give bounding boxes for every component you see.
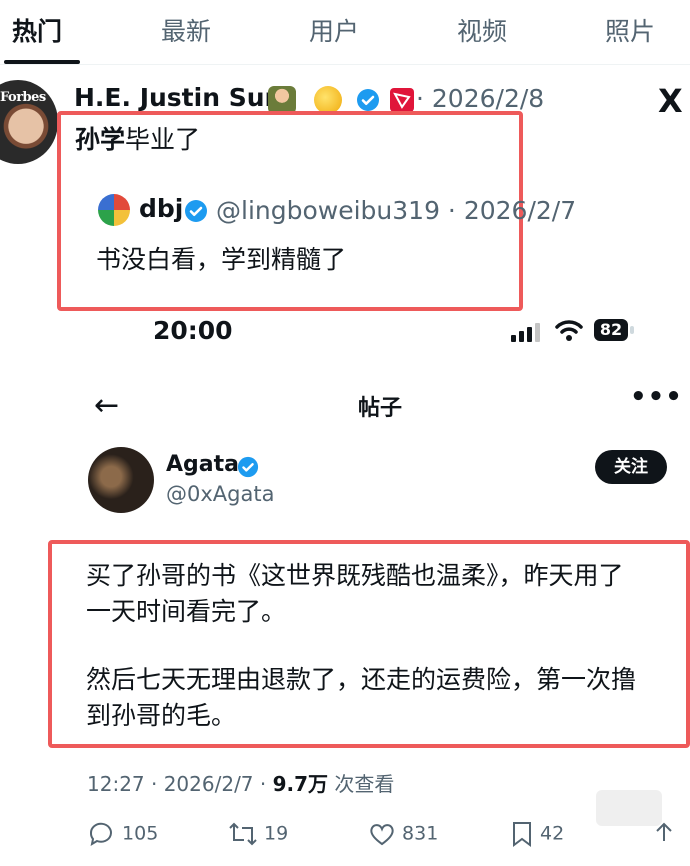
heart-icon — [370, 824, 394, 846]
post-text-line: 然后七天无理由退款了，还走的运费险，第一次撸 — [86, 665, 637, 694]
like-count: 831 — [402, 822, 439, 845]
tab-videos[interactable]: 视频 — [457, 12, 507, 48]
tweet-text-rest: 毕业了 — [125, 125, 201, 154]
signal-icon — [511, 322, 541, 342]
tab-latest[interactable]: 最新 — [161, 12, 211, 48]
battery-tip — [630, 326, 634, 334]
bookmark-icon — [513, 822, 531, 847]
reply-icon — [89, 822, 112, 847]
bookmark-button[interactable]: 42 — [510, 821, 564, 847]
post-timestamp[interactable]: 12:27 · 2026/2/7 · — [87, 772, 273, 796]
smile-emoji-icon — [314, 86, 342, 114]
tweet-date[interactable]: · 2026/2/8 — [416, 84, 544, 113]
x-logo-icon: X — [658, 82, 683, 120]
tron-logo-icon — [390, 88, 414, 112]
like-button[interactable]: 831 — [368, 821, 438, 847]
back-arrow-icon[interactable]: ← — [94, 388, 119, 423]
follow-button[interactable]: 关注 — [595, 450, 667, 484]
reply-button[interactable]: 105 — [88, 821, 158, 847]
quote-avatar[interactable] — [98, 194, 130, 226]
share-button[interactable] — [652, 821, 676, 847]
view-label: 次查看 — [328, 772, 395, 796]
page-title: 帖子 — [358, 396, 403, 421]
share-icon — [656, 822, 672, 841]
verified-badge-icon — [185, 200, 207, 222]
author-handle[interactable]: @0xAgata — [166, 482, 274, 506]
status-time: 20:00 — [153, 316, 233, 345]
repost-icon — [229, 822, 257, 846]
view-count: 9.7万 — [272, 772, 329, 796]
author-name[interactable]: H.E. Justin Sun — [74, 83, 282, 112]
action-bar: 105 19 831 42 — [0, 815, 690, 855]
repost-button[interactable]: 19 — [228, 821, 288, 847]
quote-author-name[interactable]: dbj — [139, 194, 183, 223]
quote-text: 书没白看，学到精髓了 — [96, 245, 347, 274]
avatar-logo-text: Forbes — [0, 90, 46, 105]
battery-level: 82 — [594, 319, 628, 341]
wifi-icon — [555, 320, 583, 341]
tab-hot[interactable]: 热门 — [12, 12, 62, 48]
bookmark-count: 42 — [540, 822, 565, 845]
tweet-text-bold: 孙学 — [75, 125, 126, 154]
more-options-icon[interactable]: ••• — [630, 382, 683, 412]
astronaut-emoji-icon — [268, 86, 296, 114]
author-name[interactable]: Agata — [166, 452, 239, 477]
tab-photos[interactable]: 照片 — [605, 12, 655, 48]
top-tabs: 热门 最新 用户 视频 照片 — [0, 0, 690, 64]
post-text-line: 买了孙哥的书《这世界既残酷也温柔》，昨天用了 — [86, 561, 624, 590]
post-text-line: 到孙哥的毛。 — [86, 701, 237, 730]
post-meta: 12:27 · 2026/2/7 · 9.7万 次查看 — [87, 768, 394, 797]
tweet-text: 孙学毕业了 — [75, 120, 200, 156]
verified-badge-icon — [357, 89, 379, 111]
post-text-line: 一天时间看完了。 — [86, 597, 287, 626]
quote-handle-date[interactable]: @lingboweibu319 · 2026/2/7 — [216, 196, 576, 225]
verified-badge-icon — [237, 456, 259, 478]
avatar[interactable]: Forbes — [0, 80, 58, 164]
repost-count: 19 — [264, 822, 289, 845]
tab-users[interactable]: 用户 — [309, 12, 359, 48]
avatar[interactable] — [88, 447, 154, 513]
reply-count: 105 — [122, 822, 159, 845]
divider — [0, 64, 690, 65]
